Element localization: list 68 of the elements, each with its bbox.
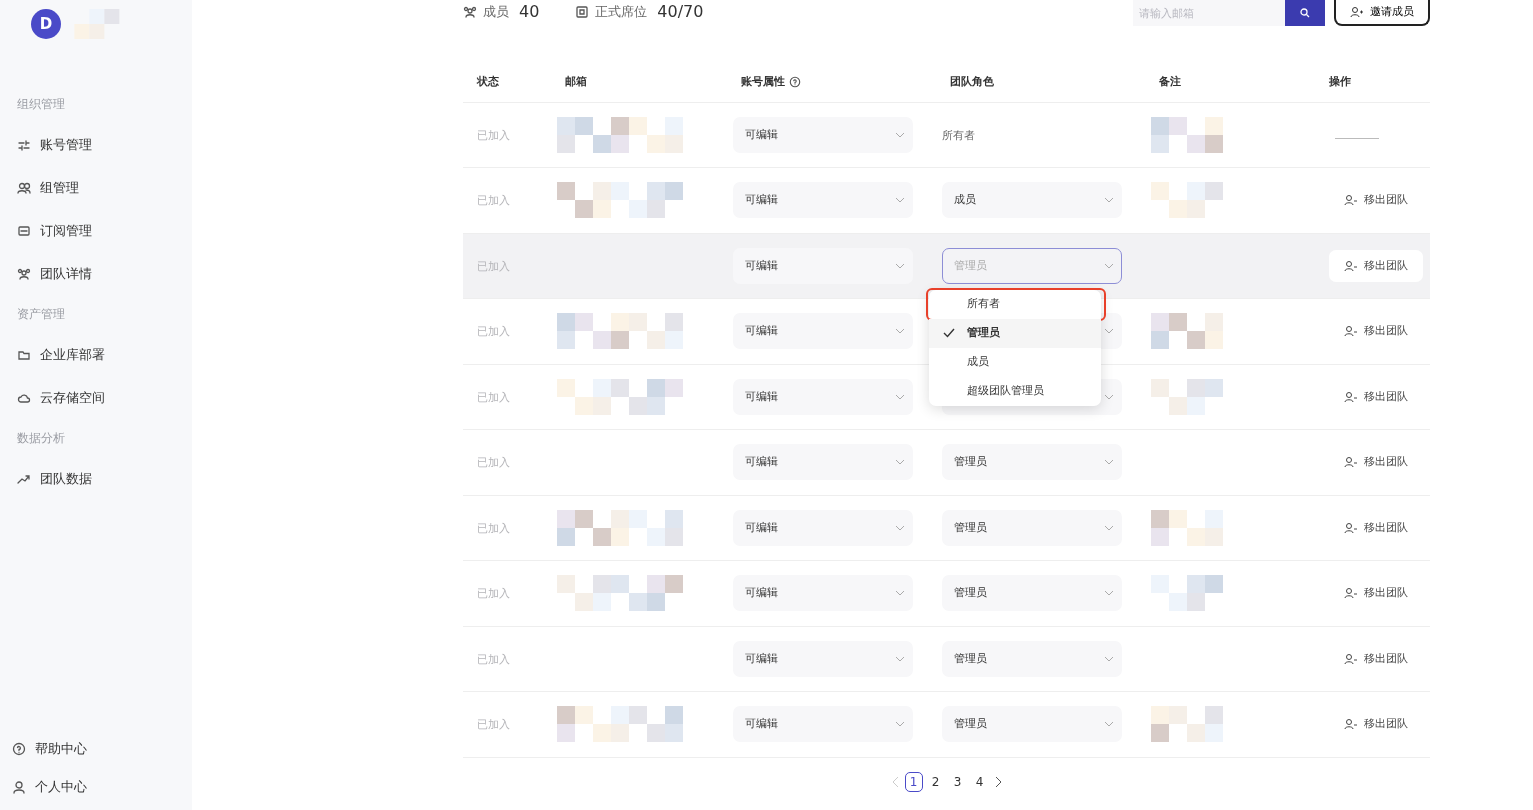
account-select[interactable]: 可编辑 <box>733 313 913 350</box>
sidebar-item[interactable]: 订阅管理 <box>0 209 192 252</box>
account-select[interactable]: 可编辑 <box>733 247 913 284</box>
role-select[interactable]: 管理员 <box>942 640 1122 677</box>
column-header: 状态 <box>477 74 499 88</box>
sidebar-item[interactable]: 个人中心 <box>0 768 192 806</box>
role-select[interactable]: 管理员 <box>942 509 1122 546</box>
role-text: 所有者 <box>942 128 975 142</box>
remove-button[interactable]: 移出团队 <box>1329 446 1423 479</box>
role-select[interactable]: 管理员 <box>942 444 1122 481</box>
column-header: 备注 <box>1159 74 1181 88</box>
status-text: 已加入 <box>477 652 510 666</box>
section-title: 组织管理 <box>16 96 66 113</box>
account-select[interactable]: 可编辑 <box>733 706 913 743</box>
remove-button[interactable]: 移出团队 <box>1329 249 1423 282</box>
remove-button[interactable]: 移出团队 <box>1329 184 1423 217</box>
invite-button[interactable]: 邀请成员 <box>1334 0 1430 26</box>
status-text: 已加入 <box>477 325 510 338</box>
sidebar-item[interactable]: 云存储空间 <box>0 376 192 419</box>
status-text: 已加入 <box>477 194 510 207</box>
remove-button[interactable]: 移出团队 <box>1329 642 1423 675</box>
status-text: 已加入 <box>477 587 510 600</box>
column-header: 团队角色 <box>950 74 994 88</box>
status-text: 已加入 <box>477 521 510 535</box>
page-button[interactable]: 1 <box>904 771 923 792</box>
column-header: 账号属性 <box>741 74 785 88</box>
page-button[interactable]: 3 <box>948 771 967 792</box>
stat-value: 40/70 <box>657 1 704 23</box>
column-header: 邮箱 <box>565 74 587 88</box>
account-select[interactable]: 可编辑 <box>733 575 913 612</box>
menu-item[interactable]: 管理员 <box>929 318 1101 348</box>
section-title: 数据分析 <box>16 430 66 447</box>
account-select[interactable]: 可编辑 <box>733 444 913 481</box>
avatar[interactable]: D <box>31 9 61 39</box>
remove-button[interactable]: 移出团队 <box>1329 577 1423 610</box>
page-button[interactable]: 2 <box>926 771 945 792</box>
sidebar-item[interactable]: 企业库部署 <box>0 333 192 376</box>
stat-value: 40 <box>519 1 540 23</box>
status-text: 已加入 <box>477 718 510 731</box>
role-select[interactable]: 成员 <box>942 182 1122 219</box>
status-text: 已加入 <box>477 259 510 273</box>
role-select[interactable]: 管理员 <box>942 575 1122 612</box>
account-select[interactable]: 可编辑 <box>733 378 913 415</box>
section-title: 资产管理 <box>16 306 66 323</box>
menu-item[interactable]: 超级团队管理员 <box>929 376 1101 406</box>
account-select[interactable]: 可编辑 <box>733 509 913 546</box>
status-text: 已加入 <box>477 128 510 142</box>
role-select[interactable]: 管理员 <box>942 706 1122 743</box>
stat-label: 正式席位 <box>595 3 648 22</box>
remove-button[interactable]: 移出团队 <box>1329 315 1423 348</box>
column-header: 操作 <box>1329 74 1351 88</box>
sidebar-item[interactable]: 团队详情 <box>0 252 192 295</box>
status-text: 已加入 <box>477 456 510 469</box>
menu-item[interactable]: 所有者 <box>928 289 1104 319</box>
page-button[interactable]: 4 <box>970 771 989 792</box>
sidebar-item[interactable]: 账号管理 <box>0 123 192 166</box>
remove-button[interactable]: 移出团队 <box>1329 380 1423 413</box>
account-select[interactable]: 可编辑 <box>733 182 913 219</box>
sidebar-item[interactable]: 帮助中心 <box>0 730 192 768</box>
sidebar-item[interactable]: 团队数据 <box>0 457 192 500</box>
account-select[interactable]: 可编辑 <box>733 640 913 677</box>
account-select[interactable]: 可编辑 <box>733 116 913 153</box>
remove-button[interactable]: 移出团队 <box>1329 708 1423 741</box>
sidebar-item[interactable]: 组管理 <box>0 166 192 209</box>
stat-label: 成员 <box>483 3 509 22</box>
remove-button[interactable]: 移出团队 <box>1329 511 1423 544</box>
menu-item[interactable]: 成员 <box>929 347 1101 377</box>
status-text: 已加入 <box>477 390 510 404</box>
